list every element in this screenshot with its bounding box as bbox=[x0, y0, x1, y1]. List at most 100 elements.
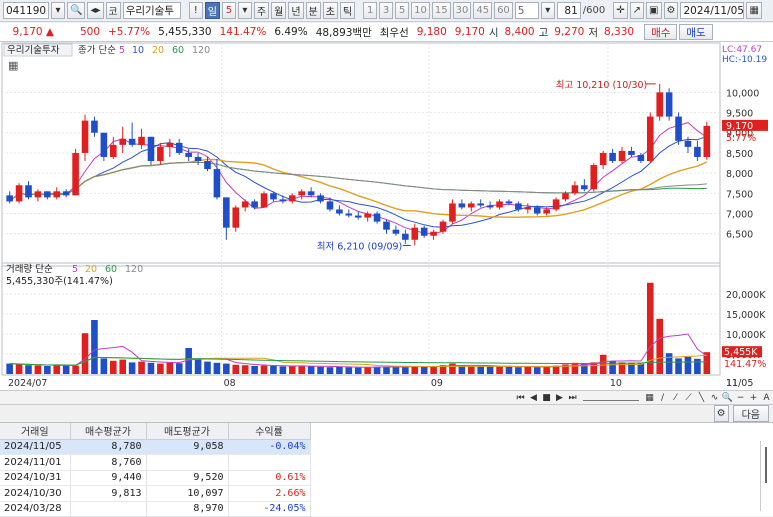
minute-select[interactable]: 5 bbox=[514, 2, 539, 19]
date-tick-label: 08 bbox=[224, 378, 236, 389]
minute-5-button[interactable]: 5 bbox=[395, 2, 410, 19]
candle-body bbox=[675, 116, 682, 141]
minute-15-button[interactable]: 15 bbox=[431, 2, 451, 19]
sell-button[interactable]: 매도 bbox=[679, 24, 713, 40]
ma-legend-item: 120 bbox=[192, 45, 210, 56]
candle-body bbox=[552, 199, 560, 210]
volume-bar bbox=[524, 366, 532, 374]
next-icon[interactable]: ▶ bbox=[554, 392, 565, 403]
draw-icon[interactable]: ⁄ bbox=[670, 392, 681, 403]
minute-30-button[interactable]: 30 bbox=[452, 2, 472, 19]
plus-icon[interactable]: + bbox=[748, 392, 759, 403]
open-price: 8,400 bbox=[504, 26, 535, 38]
volume-bar bbox=[119, 359, 127, 374]
count-input[interactable]: 81 bbox=[556, 2, 581, 19]
period-day-button[interactable]: 일 bbox=[204, 2, 220, 19]
cell-return: 0.61% bbox=[228, 470, 311, 486]
market-badge[interactable]: 코 bbox=[105, 2, 121, 19]
period-minute-button[interactable]: 분 bbox=[305, 2, 321, 19]
candle-body bbox=[326, 201, 334, 210]
table-row[interactable]: 2024/11/05 8,780 9,058 -0.04% bbox=[0, 439, 311, 455]
table-row[interactable]: 2024/10/30 9,813 10,097 2.66% bbox=[0, 485, 311, 502]
candle-body bbox=[147, 136, 155, 162]
draw-icon[interactable]: ╲ bbox=[696, 392, 707, 403]
prev-icon[interactable]: ◀ bbox=[528, 392, 539, 403]
chevron-down-icon[interactable]: ▾ bbox=[237, 2, 252, 19]
period-week-button[interactable]: 주 bbox=[253, 2, 270, 19]
next-button[interactable]: 다음 bbox=[732, 405, 769, 422]
candle-body bbox=[270, 193, 277, 200]
alert-button[interactable]: ! bbox=[188, 2, 203, 19]
scroll-thumb[interactable] bbox=[765, 447, 767, 483]
period-day-count[interactable]: 5 bbox=[221, 2, 236, 19]
candle-body bbox=[185, 152, 192, 157]
stock-name-field[interactable]: 우리기술투 bbox=[122, 2, 181, 19]
zoom-slider[interactable] bbox=[583, 395, 639, 401]
minute-1-button[interactable]: 1 bbox=[363, 2, 378, 19]
candle-body bbox=[515, 203, 522, 210]
candle-body bbox=[562, 193, 569, 200]
minute-60-button[interactable]: 60 bbox=[494, 2, 513, 19]
candle-body bbox=[15, 185, 23, 202]
calendar-icon[interactable]: ▦ bbox=[746, 2, 762, 19]
crosshair-icon[interactable]: ✛ bbox=[613, 2, 628, 19]
candle-body bbox=[81, 120, 89, 153]
gear-icon[interactable]: ⚙ bbox=[713, 405, 729, 422]
candle-body bbox=[581, 185, 588, 190]
first-page-icon[interactable]: ⏮ bbox=[515, 392, 526, 403]
volume-bar bbox=[138, 361, 145, 374]
search-icon[interactable]: 🔍 bbox=[67, 2, 86, 19]
minute-45-button[interactable]: 45 bbox=[473, 2, 493, 19]
trade-amount: 48,893백만 bbox=[315, 26, 372, 39]
minute-10-button[interactable]: 10 bbox=[411, 2, 430, 19]
chart-scrollbar[interactable]: ⏮ ◀ ■ ▶ ⏭ ▦ ∕ ⁄ ⟋ ╲ ∿ 🔍 − + A bbox=[0, 391, 773, 405]
minus-icon[interactable]: − bbox=[735, 392, 746, 403]
volume-bar bbox=[175, 363, 183, 374]
table-row[interactable]: 2024/03/28 8,970 -24.05% bbox=[0, 501, 311, 517]
buy-button[interactable]: 매수 bbox=[644, 24, 678, 40]
date-input[interactable]: 2024/11/05 bbox=[680, 2, 745, 19]
period-month-button[interactable]: 월 bbox=[271, 2, 287, 19]
candle-body bbox=[279, 199, 287, 202]
volume-bar bbox=[467, 366, 475, 374]
candle-body bbox=[44, 191, 51, 198]
volume-bar bbox=[430, 366, 437, 374]
draw-icon[interactable]: ∿ bbox=[709, 392, 720, 403]
auto-scale-icon[interactable]: A bbox=[761, 392, 772, 403]
last-page-icon[interactable]: ⏭ bbox=[567, 392, 578, 403]
zoom-icon[interactable]: 🔍 bbox=[722, 392, 733, 403]
code-input[interactable]: 041190 bbox=[3, 2, 49, 19]
save-icon[interactable]: ▣ bbox=[646, 2, 662, 19]
volume-bar bbox=[204, 361, 211, 374]
volume-bar bbox=[194, 359, 202, 374]
dropdown-icon[interactable]: ▾ bbox=[51, 2, 65, 19]
candle-body bbox=[694, 146, 701, 157]
cell-buy-avg bbox=[70, 501, 147, 517]
candle-body bbox=[420, 227, 428, 236]
stop-icon[interactable]: ■ bbox=[541, 392, 552, 403]
candle-body bbox=[175, 142, 183, 153]
draw-icon[interactable]: ∕ bbox=[657, 392, 668, 403]
candle-body bbox=[194, 156, 202, 162]
ma-legend-item: 5 bbox=[119, 45, 125, 56]
candle-body bbox=[449, 203, 456, 222]
table-scrollbar[interactable] bbox=[760, 441, 770, 511]
minute-3-button[interactable]: 3 bbox=[379, 2, 394, 19]
stock-chart[interactable]: 6,500 7,000 7,500 8,000 8,500 9,000 9,500 10,00… bbox=[0, 42, 773, 391]
draw-icon[interactable]: ⟋ bbox=[683, 392, 694, 403]
lc-label: LC:47.67 bbox=[722, 45, 762, 55]
prev-next-icon[interactable]: ◂▸ bbox=[87, 2, 104, 19]
trend-icon[interactable]: ↗ bbox=[629, 2, 645, 19]
table-row[interactable]: 2024/11/01 8,760 bbox=[0, 454, 311, 471]
period-year-button[interactable]: 년 bbox=[288, 2, 304, 19]
candle-body bbox=[430, 231, 437, 236]
chart-canvas[interactable]: 6,5007,0007,5008,0008,5009,0009,50010,00… bbox=[0, 42, 773, 391]
ma-line bbox=[9, 158, 708, 218]
table-row[interactable]: 2024/10/31 9,440 9,520 0.61% bbox=[0, 470, 311, 486]
grid-icon[interactable]: ▦ bbox=[644, 392, 655, 403]
volume-bar bbox=[364, 367, 371, 374]
gear-icon[interactable]: ⚙ bbox=[663, 2, 679, 19]
chevron-down-icon[interactable]: ▾ bbox=[540, 2, 555, 19]
period-tick-button[interactable]: 틱 bbox=[339, 2, 356, 19]
period-second-button[interactable]: 초 bbox=[322, 2, 338, 19]
